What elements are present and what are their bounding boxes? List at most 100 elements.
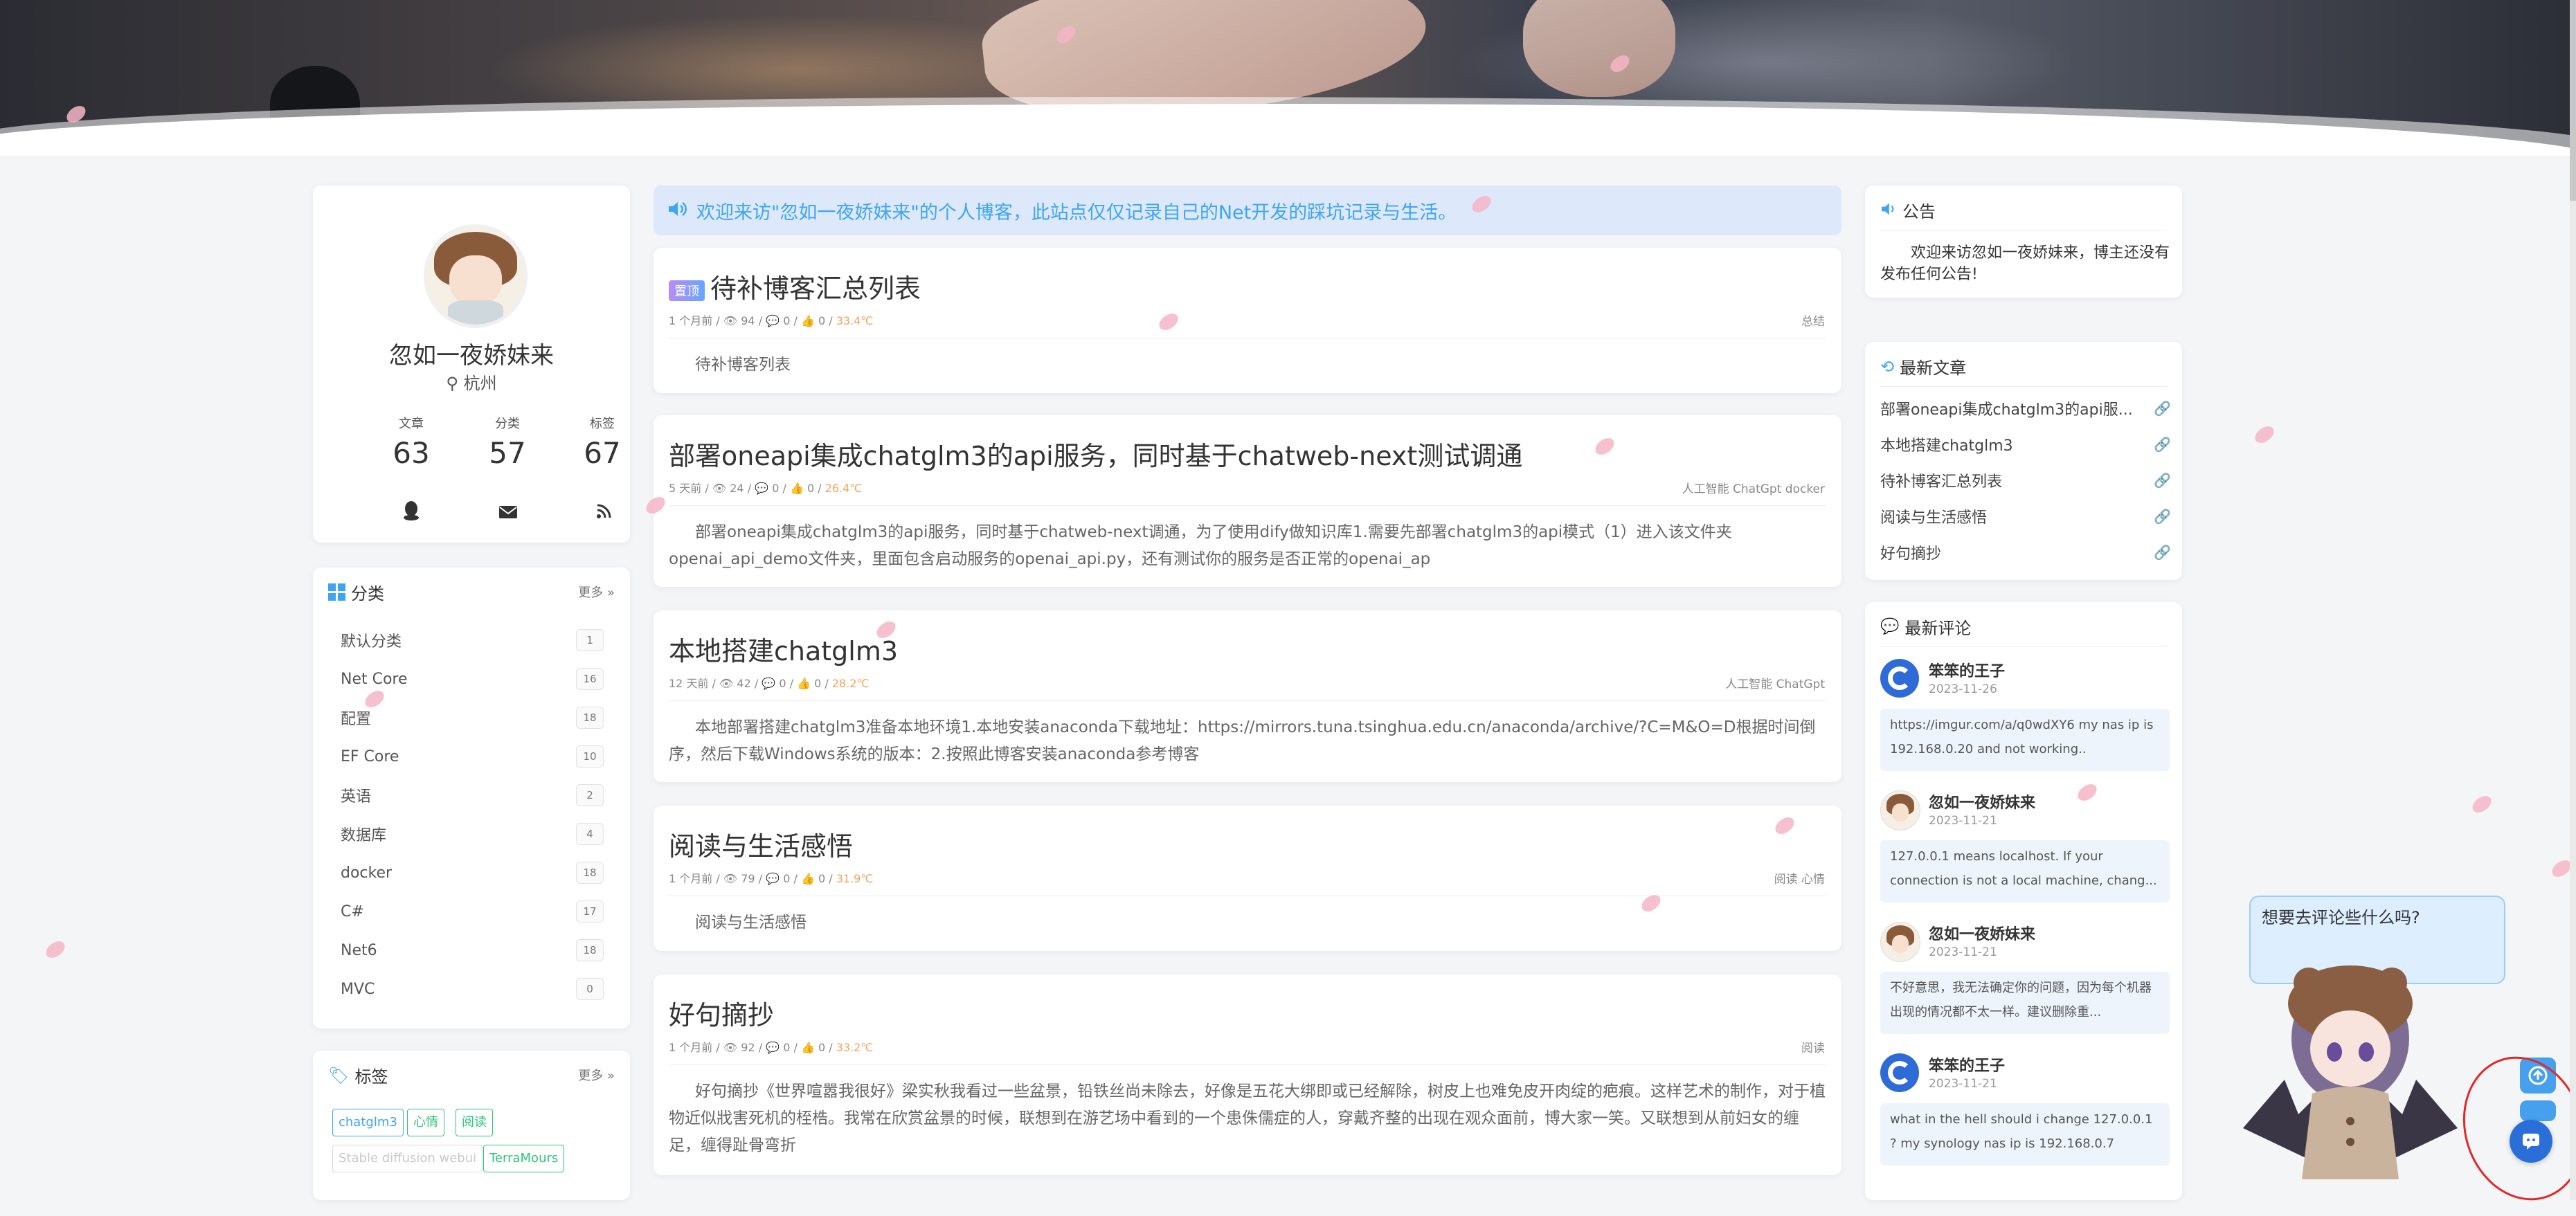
girl-avatar (1880, 790, 1920, 831)
comment-icon: 💬 (755, 482, 769, 495)
category-item[interactable]: docker 18 (341, 859, 604, 887)
eye-icon: 👁 (723, 1041, 738, 1054)
tag-reading[interactable]: 阅读 (456, 1109, 493, 1136)
post-time: 5 天前 (669, 482, 702, 495)
tag-terramours[interactable]: TerraMours (483, 1145, 565, 1172)
link-icon: 🔗 (2154, 436, 2171, 453)
comment-author: 忽如一夜娇妹来 (1929, 795, 2036, 812)
category-item[interactable]: EF Core 10 (341, 743, 604, 770)
mail-icon[interactable] (494, 500, 522, 528)
comment-text: https://imgur.com/a/q0wdXY6 my nas ip is… (1880, 709, 2170, 771)
category-name: Net6 (341, 941, 377, 959)
post-title[interactable]: 阅读与生活感悟 (669, 825, 853, 863)
post-meta: 12 天前 / 👁 42 / 💬 0 / 👍 0 / 28.2℃ (669, 677, 870, 690)
category-item[interactable]: 配置 18 (341, 704, 604, 732)
post-card[interactable]: 本地搭建chatglm3 12 天前 / 👁 42 / 💬 0 / 👍 0 / … (654, 610, 1841, 782)
post-title[interactable]: 置顶 待补博客汇总列表 (669, 267, 921, 305)
latest-post-item[interactable]: 待补博客汇总列表 🔗 (1880, 469, 2171, 491)
post-views: 92 (741, 1041, 755, 1054)
qq-icon[interactable] (397, 500, 425, 528)
location-text: 杭州 (463, 374, 497, 393)
welcome-notice: 欢迎来访"忽如一夜娇妹来"的个人博客，此站点仅仅记录自己的Net开发的踩坑记录与… (654, 185, 1841, 235)
pinned-badge: 置顶 (669, 280, 705, 301)
post-card[interactable]: 阅读与生活感悟 1 个月前 / 👁 79 / 💬 0 / 👍 0 / 31.9℃… (654, 806, 1841, 951)
category-item[interactable]: MVC 0 (341, 975, 604, 1003)
post-excerpt: 阅读与生活感悟 (695, 914, 807, 932)
comment-date: 2023-11-21 (1929, 945, 1997, 959)
category-name: 默认分类 (341, 633, 402, 651)
tags-card: 🏷 标签 更多 » chatglm3 心情 阅读 Stable diffusio… (313, 1051, 630, 1200)
tag-mood[interactable]: 心情 (407, 1109, 444, 1136)
banner-figure (1523, 0, 1675, 97)
double-chevron-icon: » (603, 1069, 615, 1083)
rss-icon[interactable] (590, 500, 618, 528)
category-count: 10 (576, 745, 604, 768)
post-tags[interactable]: 总结 (1801, 311, 1825, 329)
category-count: 2 (576, 784, 604, 806)
comment-text: 127.0.0.1 means localhost. If your conne… (1880, 840, 2170, 902)
divider (1880, 646, 2167, 647)
profile-location: ⚲ 杭州 (313, 370, 630, 394)
mascot-character[interactable] (2236, 955, 2465, 1179)
post-tags[interactable]: 阅读 心情 (1774, 869, 1825, 887)
post-tags[interactable]: 人工智能 ChatGpt (1725, 674, 1825, 691)
category-name: 数据库 (341, 827, 387, 844)
category-name: Net Core (341, 670, 408, 688)
post-temperature: 33.2℃ (836, 1041, 874, 1054)
tag-icon: 🏷 (328, 1065, 350, 1085)
category-count: 4 (576, 823, 604, 845)
post-title[interactable]: 好句摘抄 (669, 994, 774, 1032)
post-views: 94 (741, 314, 755, 327)
more-label: 更多 (578, 1069, 604, 1083)
stat-categories[interactable]: 分类 57 (466, 414, 549, 470)
comment-icon: 💬 (762, 677, 776, 690)
category-item[interactable]: Net Core 16 (341, 665, 604, 693)
stat-tags[interactable]: 标签 67 (561, 414, 644, 470)
category-item[interactable]: C# 17 (341, 898, 604, 925)
double-chevron-icon: » (603, 586, 615, 600)
category-item[interactable]: Net6 18 (341, 936, 604, 964)
latest-post-item[interactable]: 阅读与生活感悟 🔗 (1880, 505, 2171, 527)
latest-comments-header: 💬 最新评论 (1880, 615, 1971, 639)
post-tags[interactable]: 人工智能 ChatGpt docker (1682, 479, 1825, 496)
comment-icon: 💬 (766, 1041, 780, 1054)
announcement-title: 公告 (1902, 202, 1936, 221)
petal-decoration (43, 938, 68, 961)
post-excerpt: 待补博客列表 (695, 356, 791, 374)
post-card[interactable]: 置顶 待补博客汇总列表 1 个月前 / 👁 94 / 💬 0 / 👍 0 / 33… (654, 248, 1841, 393)
category-name: docker (341, 864, 393, 882)
post-tags[interactable]: 阅读 (1801, 1038, 1825, 1055)
latest-post-item[interactable]: 本地搭建chatglm3 🔗 (1880, 433, 2171, 455)
post-comments: 0 (772, 482, 780, 495)
category-item[interactable]: 数据库 4 (341, 820, 604, 848)
stat-posts[interactable]: 文章 63 (370, 414, 453, 470)
post-title[interactable]: 部署oneapi集成chatglm3的api服务，同时基于chatweb-nex… (669, 435, 1522, 473)
latest-post-item[interactable]: 好句摘抄 🔗 (1880, 541, 2171, 563)
avatar[interactable] (424, 224, 528, 328)
post-likes: 0 (818, 314, 826, 327)
latest-post-item[interactable]: 部署oneapi集成chatglm3的api服... 🔗 (1880, 397, 2171, 419)
category-name: 英语 (341, 788, 372, 806)
tag-chatglm3[interactable]: chatglm3 (332, 1109, 404, 1136)
categories-card: 分类 更多 » 默认分类 1 Net Core 16 配置 18 EF Core 10 … (313, 568, 630, 1028)
post-views: 79 (741, 872, 755, 885)
eye-icon: 👁 (712, 482, 727, 495)
divider (669, 505, 1826, 506)
header-banner (0, 0, 2576, 156)
notice-text: 欢迎来访"忽如一夜娇妹来"的个人博客，此站点仅仅记录自己的Net开发的踩坑记录与… (696, 201, 1457, 224)
post-card[interactable]: 部署oneapi集成chatglm3的api服务，同时基于chatweb-nex… (654, 415, 1841, 587)
post-title[interactable]: 本地搭建chatglm3 (669, 630, 898, 668)
post-card[interactable]: 好句摘抄 1 个月前 / 👁 92 / 💬 0 / 👍 0 / 33.2℃ 阅读… (654, 974, 1841, 1175)
girl-avatar (1880, 922, 1920, 962)
eye-icon: 👁 (723, 872, 738, 885)
category-item[interactable]: 英语 2 (341, 781, 604, 809)
category-item[interactable]: 默认分类 1 (341, 626, 604, 654)
link-icon: 🔗 (2154, 472, 2171, 489)
scrollbar-thumb[interactable] (2570, 0, 2576, 201)
tag-stable-diffusion[interactable]: Stable diffusion webui (332, 1145, 483, 1172)
latest-posts-card: ⟲ 最新文章 部署oneapi集成chatglm3的api服... 🔗 本地搭建c… (1865, 342, 2182, 580)
comment-text: 不好意思，我无法确定你的问题，因为每个机器出现的情况都不太一样。建议删除重... (1880, 972, 2170, 1034)
categories-more-link[interactable]: 更多 » (578, 583, 615, 601)
latest-posts-header: ⟲ 最新文章 (1880, 354, 1966, 379)
tags-more-link[interactable]: 更多 » (578, 1066, 615, 1084)
